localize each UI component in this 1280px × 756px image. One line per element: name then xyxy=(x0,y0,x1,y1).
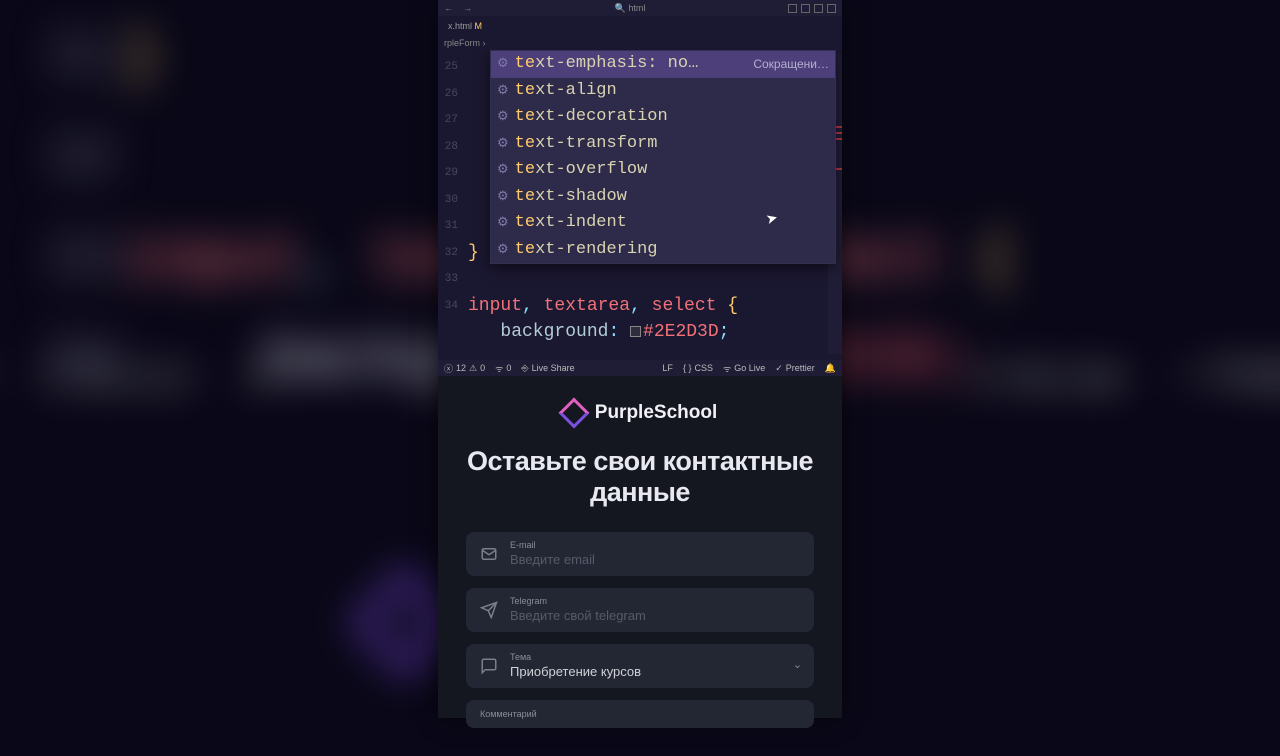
tab-bar: x.html M xyxy=(438,16,842,36)
autocomplete-item[interactable]: ⚙ text-transform xyxy=(491,131,835,158)
property-icon: ⚙ xyxy=(497,131,509,158)
chevron-down-icon: ⌄ xyxy=(793,658,802,671)
autocomplete-item[interactable]: ⚙ text-indent xyxy=(491,210,835,237)
status-lang[interactable]: { } CSS xyxy=(683,363,713,373)
status-bar: ⓧ 12 ⚠ 0 ᯤ 0 ⎆ Live Share LF { } CSS ᯤ G… xyxy=(438,360,842,376)
line-gutter: 25 26 27 28 29 30 31 32 33 34 xyxy=(438,54,462,319)
email-field[interactable]: E-mail xyxy=(466,532,814,576)
nav-fwd-icon[interactable]: → xyxy=(463,3,472,13)
brand-logo: PurpleSchool xyxy=(466,402,814,424)
autocomplete-item[interactable]: ⚙ text-decoration xyxy=(491,104,835,131)
topic-field[interactable]: Тема Приобретение курсов ⌄ xyxy=(466,644,814,688)
email-input[interactable] xyxy=(510,550,800,567)
telegram-input[interactable] xyxy=(510,606,800,623)
telegram-label: Telegram xyxy=(510,597,800,606)
property-icon: ⚙ xyxy=(497,210,509,237)
form-headline: Оставьте свои контактные данные xyxy=(466,446,814,508)
property-icon: ⚙ xyxy=(497,104,509,131)
topic-value: Приобретение курсов xyxy=(510,662,800,679)
autocomplete-item[interactable]: ⚙ text-align xyxy=(491,78,835,105)
center-column: ← → 🔍 html x.html M rpleForm › 25 26 27 … xyxy=(438,0,842,718)
nav-back-icon[interactable]: ← xyxy=(444,3,453,13)
logo-mark-icon xyxy=(558,397,589,428)
chat-icon xyxy=(480,657,498,675)
pane-icon[interactable] xyxy=(814,4,823,13)
code-editor[interactable]: 25 26 27 28 29 30 31 32 33 34 te } input… xyxy=(438,50,842,360)
pane-icon[interactable] xyxy=(801,4,810,13)
autocomplete-item[interactable]: ⚙ text-emphasis: no… Сокращени… xyxy=(491,51,835,78)
layout-controls[interactable] xyxy=(788,4,836,13)
comment-label: Комментарий xyxy=(480,709,537,719)
autocomplete-item[interactable]: ⚙ text-overflow xyxy=(491,157,835,184)
status-eol[interactable]: LF xyxy=(662,363,673,373)
telegram-field[interactable]: Telegram xyxy=(466,588,814,632)
form-preview: PurpleSchool Оставьте свои контактные да… xyxy=(438,376,842,718)
status-prettier[interactable]: ✓ Prettier xyxy=(775,363,815,374)
status-ports[interactable]: ᯤ 0 xyxy=(495,362,511,375)
autocomplete-item[interactable]: ⚙ text-rendering xyxy=(491,237,835,264)
status-golive[interactable]: ᯤ Go Live xyxy=(723,362,765,375)
autocomplete-item[interactable]: ⚙ text-shadow xyxy=(491,184,835,211)
property-icon: ⚙ xyxy=(497,184,509,211)
mail-icon xyxy=(480,545,498,563)
email-label: E-mail xyxy=(510,541,800,550)
autocomplete-hint: Сокращени… xyxy=(753,51,829,78)
status-liveshare[interactable]: ⎆ Live Share xyxy=(521,363,574,374)
color-swatch-icon xyxy=(630,326,641,337)
telegram-icon xyxy=(480,601,498,619)
status-bell-icon[interactable]: 🔔 xyxy=(825,363,836,374)
breadcrumb[interactable]: rpleForm › xyxy=(438,36,842,50)
editor-titlebar: ← → 🔍 html xyxy=(438,0,842,16)
brand-name: PurpleSchool xyxy=(595,402,717,424)
editor-tab[interactable]: x.html M xyxy=(442,21,488,31)
pane-icon[interactable] xyxy=(788,4,797,13)
property-icon: ⚙ xyxy=(497,237,509,264)
pane-icon[interactable] xyxy=(827,4,836,13)
property-icon: ⚙ xyxy=(497,78,509,105)
topic-label: Тема xyxy=(510,653,800,662)
command-center[interactable]: 🔍 html xyxy=(615,3,646,14)
comment-field[interactable]: Комментарий xyxy=(466,700,814,728)
ac-label: xt-emphasis: no… xyxy=(535,54,698,73)
autocomplete-popup[interactable]: ⚙ text-emphasis: no… Сокращени… ⚙ text-a… xyxy=(490,50,836,264)
status-errors[interactable]: ⓧ 12 ⚠ 0 xyxy=(444,362,485,375)
property-icon: ⚙ xyxy=(497,51,509,78)
property-icon: ⚙ xyxy=(497,157,509,184)
